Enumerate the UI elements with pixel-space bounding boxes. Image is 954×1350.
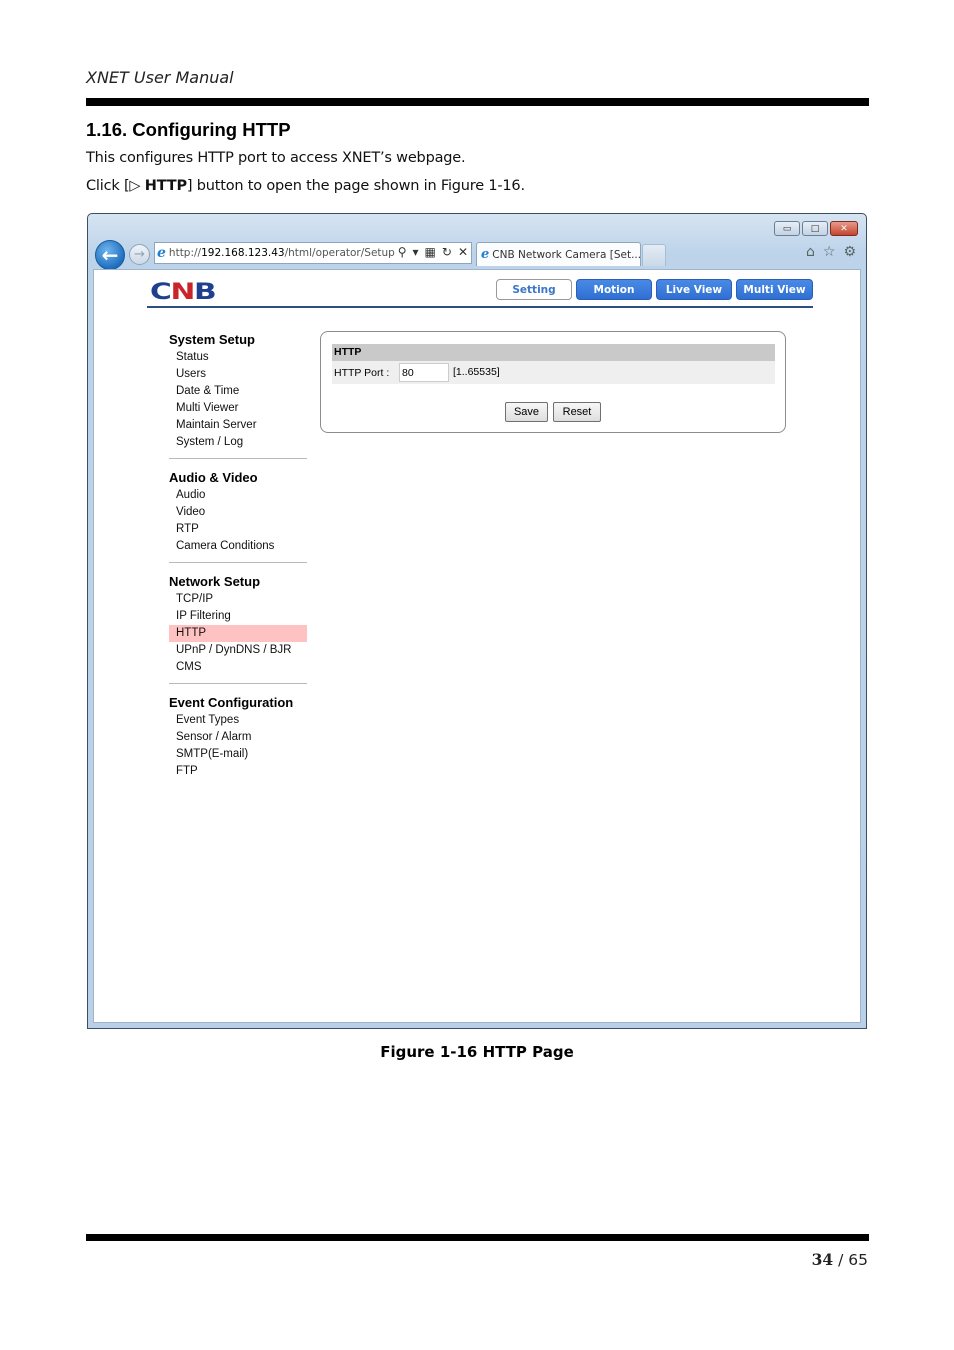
url-scheme: http://	[168, 247, 202, 259]
instruction-bold: HTTP	[144, 178, 187, 194]
sidebar-group-audio-video: Audio & Video	[169, 470, 258, 485]
address-bar-icons: ⚲ ▾ ▦ ↻ ✕	[394, 245, 468, 259]
ie-logo-icon: e	[157, 245, 166, 261]
sidebar-item-cms[interactable]: CMS	[169, 659, 307, 676]
sidebar-group-network-setup: Network Setup	[169, 574, 261, 589]
instruction-prefix: Click [	[86, 178, 130, 194]
sidebar-item-multi-viewer[interactable]: Multi Viewer	[169, 400, 307, 417]
sidebar-item-upnp-dyndns-bjr[interactable]: UPnP / DynDNS / BJR	[169, 642, 307, 659]
sidebar-item-http[interactable]: HTTP	[169, 625, 307, 642]
sidebar-item-event-types[interactable]: Event Types	[169, 712, 307, 729]
sidebar-item-maintain-server[interactable]: Maintain Server	[169, 417, 307, 434]
total-pages: 65	[848, 1251, 868, 1269]
logo-letter-n: N	[170, 280, 195, 305]
panel-heading: HTTP	[332, 344, 775, 361]
section-title: 1.16. Configuring HTTP	[86, 119, 291, 140]
sidebar-divider	[169, 458, 307, 459]
instruction-paragraph: Click [▷ HTTP] button to open the page s…	[86, 178, 525, 194]
sidebar-item-sensor-alarm[interactable]: Sensor / Alarm	[169, 729, 307, 746]
sidebar-divider	[169, 562, 307, 563]
browser-tools: ⌂ ☆ ⚙	[806, 244, 856, 260]
tab-motion[interactable]: Motion	[576, 279, 652, 300]
sidebar-item-rtp[interactable]: RTP	[169, 521, 307, 538]
browser-viewport: CNB Setting Motion Live View Multi View …	[93, 269, 861, 1023]
play-triangle-icon: ▷	[129, 178, 141, 194]
document-header: XNET User Manual	[86, 68, 234, 87]
maximize-button[interactable]: □	[802, 221, 828, 236]
page-number: 34 / 65	[812, 1250, 868, 1269]
window-controls: ▭ □ ✕	[774, 221, 858, 236]
save-button[interactable]: Save	[505, 402, 548, 422]
sidebar-item-camera-conditions[interactable]: Camera Conditions	[169, 538, 307, 555]
figure-caption: Figure 1-16 HTTP Page	[380, 1043, 574, 1061]
tab-ie-icon: e	[481, 247, 490, 262]
sidebar-divider	[169, 683, 307, 684]
tab-multi-view[interactable]: Multi View	[736, 279, 813, 300]
sidebar-item-tcp-ip[interactable]: TCP/IP	[169, 591, 307, 608]
current-page: 34	[811, 1250, 834, 1269]
sidebar-item-system-log[interactable]: System / Log	[169, 434, 307, 451]
home-icon[interactable]: ⌂	[806, 244, 815, 260]
footer-rule	[86, 1234, 869, 1241]
http-port-row: HTTP Port : [1..65535]	[332, 361, 775, 384]
stop-icon[interactable]: ✕	[458, 245, 468, 259]
sidebar-item-audio[interactable]: Audio	[169, 487, 307, 504]
forward-button[interactable]: →	[129, 244, 150, 265]
favorites-star-icon[interactable]: ☆	[823, 244, 836, 260]
sidebar-item-smtp-email[interactable]: SMTP(E-mail)	[169, 746, 307, 763]
tab-title: CNB Network Camera [Set...	[492, 248, 642, 261]
http-port-label: HTTP Port :	[334, 366, 390, 379]
sidebar-item-ip-filtering[interactable]: IP Filtering	[169, 608, 307, 625]
compatibility-view-icon[interactable]: ▦	[425, 245, 436, 259]
logo-letter-b: B	[193, 280, 217, 305]
settings-sidebar: System Setup Status Users Date & Time Mu…	[169, 330, 307, 780]
sidebar-group-event-configuration: Event Configuration	[169, 695, 294, 710]
cnb-logo: CNB	[150, 280, 217, 305]
intro-paragraph: This configures HTTP port to access XNET…	[86, 150, 466, 166]
http-port-input[interactable]	[399, 363, 449, 382]
url-host: 192.168.123.43	[201, 247, 285, 259]
browser-tab[interactable]: e CNB Network Camera [Set... ✕	[476, 242, 658, 266]
sidebar-item-date-time[interactable]: Date & Time	[169, 383, 307, 400]
new-tab-button[interactable]	[642, 244, 666, 266]
reset-button[interactable]: Reset	[553, 402, 601, 422]
sidebar-item-users[interactable]: Users	[169, 366, 307, 383]
refresh-icon[interactable]: ↻	[442, 245, 452, 259]
settings-gear-icon[interactable]: ⚙	[843, 244, 856, 260]
dropdown-icon[interactable]: ▾	[413, 245, 419, 259]
sidebar-group-system-setup: System Setup	[169, 332, 255, 347]
search-icon[interactable]: ⚲	[398, 245, 407, 259]
close-window-button[interactable]: ✕	[830, 221, 858, 236]
http-port-range: [1..65535]	[453, 366, 500, 378]
sidebar-item-status[interactable]: Status	[169, 349, 307, 366]
http-settings-panel: HTTP HTTP Port : [1..65535] Save Reset	[320, 331, 786, 433]
app-header-divider	[147, 306, 813, 308]
header-rule	[86, 98, 869, 106]
tab-setting[interactable]: Setting	[496, 279, 572, 300]
instruction-suffix: ] button to open the page shown in Figur…	[186, 178, 525, 194]
main-nav-tabs: Setting Motion Live View Multi View	[496, 279, 813, 300]
logo-letter-c: C	[150, 280, 172, 305]
minimize-button[interactable]: ▭	[774, 221, 800, 236]
page-separator: /	[838, 1251, 844, 1269]
sidebar-item-video[interactable]: Video	[169, 504, 307, 521]
back-button[interactable]: ←	[95, 240, 125, 270]
navigation-bar: ← → e http://192.168.123.43/html/operato…	[88, 238, 866, 270]
browser-window: ▭ □ ✕ ← → e http://192.168.123.43/html/o…	[87, 213, 867, 1029]
address-bar[interactable]: e http://192.168.123.43/html/operator/Se…	[154, 242, 472, 264]
sidebar-item-ftp[interactable]: FTP	[169, 763, 307, 780]
tab-live-view[interactable]: Live View	[656, 279, 732, 300]
